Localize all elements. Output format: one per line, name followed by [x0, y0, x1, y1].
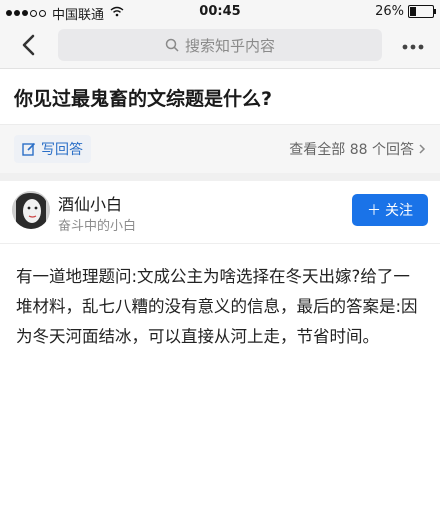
- more-button[interactable]: [402, 36, 424, 52]
- search-input[interactable]: 搜索知乎内容: [58, 29, 382, 61]
- avatar-image: [12, 191, 50, 229]
- chevron-right-icon: [419, 144, 426, 154]
- search-icon: [165, 38, 179, 52]
- chevron-left-icon: [22, 34, 35, 56]
- more-dots-icon: [402, 44, 424, 50]
- follow-label: 关注: [385, 203, 413, 219]
- question-action-bar: 写回答 查看全部 88 个回答: [0, 124, 440, 174]
- edit-icon: [22, 142, 36, 156]
- avatar[interactable]: [12, 191, 50, 229]
- search-placeholder: 搜索知乎内容: [184, 36, 275, 55]
- author-bio: 奋斗中的小白: [58, 219, 137, 234]
- write-answer-button[interactable]: 写回答: [14, 135, 91, 163]
- back-button[interactable]: [14, 30, 44, 60]
- plus-icon: ＋: [367, 203, 381, 219]
- view-all-label: 查看全部 88 个回答: [289, 142, 414, 158]
- status-bar: 中国联通 00:45 26%: [0, 0, 440, 24]
- status-time: 00:45: [199, 4, 241, 19]
- follow-button[interactable]: ＋ 关注: [352, 194, 428, 226]
- battery-icon: [408, 5, 436, 18]
- write-answer-label: 写回答: [41, 142, 83, 158]
- question-title[interactable]: 你见过最鬼畜的文综题是什么?: [14, 84, 426, 111]
- nav-bar: 搜索知乎内容: [0, 24, 440, 69]
- answer-author-row: 酒仙小白 奋斗中的小白 ＋ 关注: [0, 181, 440, 244]
- battery-percent: 26%: [375, 4, 404, 19]
- view-all-answers-link[interactable]: 查看全部 88 个回答: [289, 139, 426, 159]
- answer-content[interactable]: 有一道地理题问:文成公主为啥选择在冬天出嫁?给了一堆材料，乱七八糟的没有意义的信…: [16, 262, 424, 352]
- section-divider: [0, 173, 440, 181]
- author-name[interactable]: 酒仙小白: [58, 191, 122, 215]
